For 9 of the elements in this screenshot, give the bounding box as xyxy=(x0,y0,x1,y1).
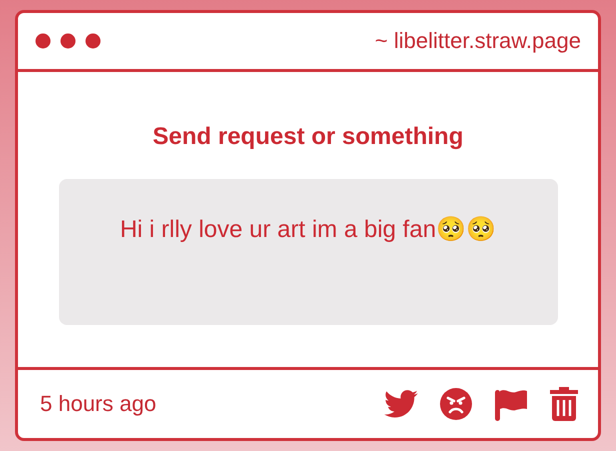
message-text: Hi i rlly love ur art im a big fan🥺🥺 xyxy=(58,179,558,325)
flag-icon[interactable] xyxy=(494,387,528,421)
request-title: Send request or something xyxy=(152,123,464,151)
angry-face-icon[interactable] xyxy=(440,388,472,420)
trash-icon[interactable] xyxy=(550,387,578,421)
bird-icon[interactable] xyxy=(384,390,418,418)
page-address: ~ libelitter.straw.page xyxy=(374,28,581,54)
timestamp: 5 hours ago xyxy=(40,391,156,417)
window-dots-icon xyxy=(35,33,101,49)
